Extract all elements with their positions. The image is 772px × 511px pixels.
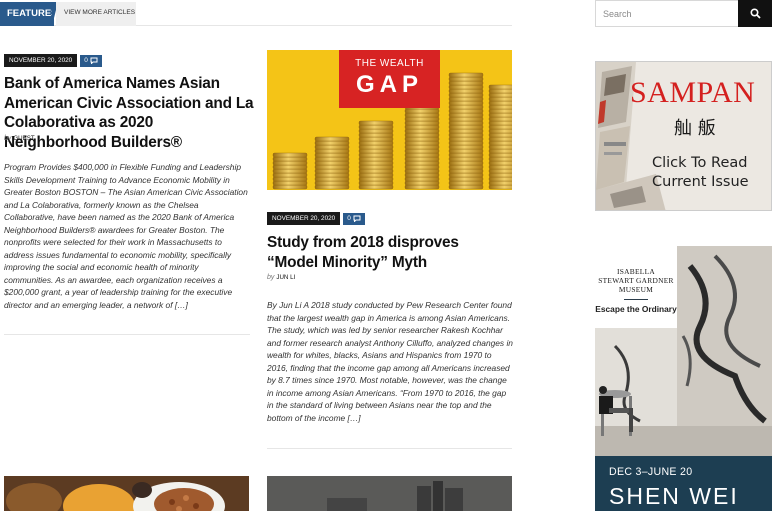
gardner-name-line1: ISABELLA [616, 267, 656, 276]
sampan-logo: SAMPAN [630, 76, 756, 109]
byline: by JUN LI [267, 274, 295, 281]
exhibit-artist: SHEN WEI [609, 483, 739, 509]
sampan-chinese-logo: 舢 舨 [674, 118, 716, 139]
date-badge: NOVEMBER 20, 2020 [4, 54, 78, 67]
tab-features[interactable]: FEATURES [0, 2, 58, 26]
byline-by: by [4, 135, 12, 142]
view-more-articles-link[interactable]: VIEW MORE ARTICLES [56, 2, 136, 26]
comment-count-badge[interactable]: 0 [343, 212, 365, 225]
gardner-tagline: Escape the Ordinary [595, 304, 677, 314]
wealth-gap-label-bottom: GAP [355, 71, 423, 98]
sampan-cta-line1: Click To Read [652, 155, 748, 171]
sampan-cta: Click To Read Current Issue [652, 154, 749, 192]
divider [4, 334, 250, 335]
wealth-gap-label-top: THE WEALTH [355, 58, 424, 69]
article-meta: NOVEMBER 20, 2020 0 [4, 54, 102, 67]
comment-icon [353, 215, 361, 222]
wealth-gap-label: THE WEALTH GAP [339, 50, 440, 108]
article-thumbnail-food[interactable] [4, 476, 249, 511]
gardner-museum-ad[interactable]: ISABELLA STEWART GARDNER MUSEUM Escape t… [595, 246, 772, 511]
article-meta: NOVEMBER 20, 2020 0 [267, 212, 365, 225]
author-link[interactable]: JUN LI [276, 274, 295, 281]
date-badge: NOVEMBER 20, 2020 [267, 212, 341, 225]
sampan-ad[interactable]: SAMPAN 舢 舨 Click To Read Current Issue [595, 61, 772, 211]
wealth-gap-image[interactable]: THE WEALTH GAP [267, 50, 512, 190]
exhibit-dates: DEC 3–JUNE 20 [609, 466, 693, 478]
search-button[interactable] [738, 0, 772, 27]
gardner-museum-name: ISABELLA STEWART GARDNER MUSEUM [595, 267, 677, 294]
divider [267, 448, 512, 449]
search-bar [595, 0, 772, 27]
article-excerpt: By Jun Li A 2018 study conducted by Pew … [267, 300, 513, 423]
search-icon [749, 8, 761, 19]
article-thumbnail-city[interactable] [267, 476, 512, 511]
article-title[interactable]: Bank of America Names Asian American Civ… [4, 74, 254, 152]
article-excerpt: Program Provides $400,000 in Flexible Fu… [4, 162, 248, 310]
byline: by GUEST [4, 135, 35, 142]
comment-count: 0 [347, 214, 351, 222]
features-tabs: FEATURES VIEW MORE ARTICLES [0, 0, 512, 26]
city-skyline-image [267, 476, 512, 511]
article-title[interactable]: Study from 2018 disproves “Model Minorit… [267, 233, 497, 272]
author-link[interactable]: GUEST [13, 135, 34, 142]
sampan-cta-line2: Current Issue [652, 174, 749, 190]
byline-by: by [267, 274, 275, 281]
comment-icon [90, 57, 98, 64]
comment-count-badge[interactable]: 0 [80, 54, 102, 67]
gardner-name-line3: MUSEUM [618, 285, 654, 294]
gardner-rule [624, 299, 648, 300]
search-input[interactable] [595, 0, 738, 27]
comment-count: 0 [84, 56, 88, 64]
gardner-logo-card: ISABELLA STEWART GARDNER MUSEUM Escape t… [595, 246, 677, 328]
food-plate-image [4, 476, 249, 511]
gardner-exhibit-band: DEC 3–JUNE 20 SHEN WEI [595, 456, 772, 511]
gardner-name-line2: STEWART GARDNER [598, 276, 674, 285]
